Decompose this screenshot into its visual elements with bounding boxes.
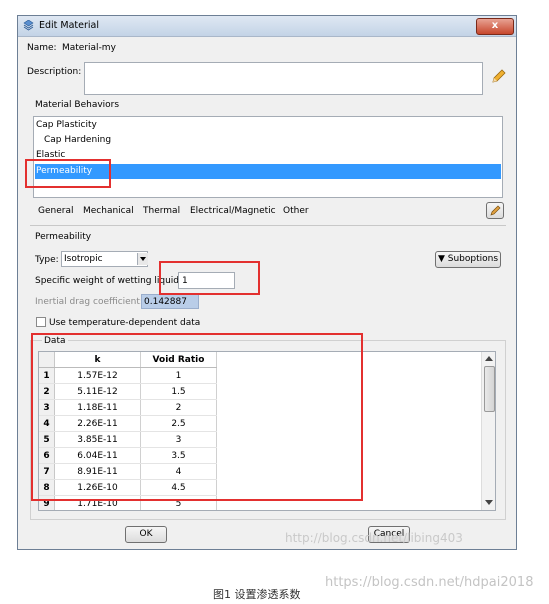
watermark-csdn-url: https://blog.csdn.net/hdpai2018 xyxy=(325,575,534,590)
suboptions-button[interactable]: ▼ Suboptions xyxy=(435,251,501,268)
behavior-menu-bar: General Mechanical Thermal Electrical/Ma… xyxy=(32,204,488,218)
type-label: Type: xyxy=(35,255,59,265)
ok-button[interactable]: OK xyxy=(125,526,167,543)
type-value: Isotropic xyxy=(64,254,103,264)
close-icon: x xyxy=(491,20,499,31)
inertial-drag-value: 0.142887 xyxy=(144,297,187,307)
material-behaviors-label: Material Behaviors xyxy=(35,100,120,110)
inertial-drag-label: Inertial drag coefficient: xyxy=(35,297,143,307)
edit-icon xyxy=(490,205,501,216)
menu-general[interactable]: General xyxy=(38,206,73,216)
window-title: Edit Material xyxy=(39,20,100,31)
dropdown-arrow-icon[interactable] xyxy=(137,253,148,265)
inertial-drag-field[interactable]: 0.142887 xyxy=(141,294,199,309)
menu-mechanical[interactable]: Mechanical xyxy=(83,206,134,216)
vertical-scrollbar[interactable] xyxy=(481,352,495,510)
separator xyxy=(30,225,506,226)
scrollbar-thumb[interactable] xyxy=(484,366,495,412)
type-combobox[interactable]: Isotropic xyxy=(61,251,148,267)
scroll-up-icon[interactable] xyxy=(485,355,493,361)
close-button[interactable]: x xyxy=(476,18,514,35)
scroll-down-icon[interactable] xyxy=(485,500,493,506)
watermark-blog-url: http://blog.csdn.net/libing403 xyxy=(285,531,463,545)
highlight-permeability-box xyxy=(25,159,111,188)
temp-dependent-label: Use temperature-dependent data xyxy=(49,318,201,328)
permeability-section-label: Permeability xyxy=(35,232,92,242)
behavior-item-cap-plasticity[interactable]: Cap Plasticity xyxy=(36,120,97,130)
name-value: Material-my xyxy=(62,43,116,53)
edit-behavior-button[interactable] xyxy=(486,202,504,219)
description-label: Description: xyxy=(27,67,82,77)
description-field[interactable] xyxy=(84,62,483,95)
behavior-item-cap-hardening[interactable]: Cap Hardening xyxy=(44,135,111,145)
menu-thermal[interactable]: Thermal xyxy=(143,206,180,216)
highlight-data-table-box xyxy=(31,333,363,501)
highlight-specific-weight-box xyxy=(159,261,260,295)
temp-dependent-checkbox[interactable] xyxy=(36,317,46,327)
figure-caption: 图1 设置渗透系数 xyxy=(213,588,301,601)
pencil-icon[interactable] xyxy=(490,69,506,85)
material-icon xyxy=(23,20,34,31)
suboptions-label: ▼ Suboptions xyxy=(437,254,499,264)
name-label: Name: xyxy=(27,43,57,53)
ok-label: OK xyxy=(139,529,153,539)
title-bar[interactable]: Edit Material x xyxy=(18,16,516,37)
menu-other[interactable]: Other xyxy=(283,206,309,216)
menu-electrical-magnetic[interactable]: Electrical/Magnetic xyxy=(190,206,276,216)
